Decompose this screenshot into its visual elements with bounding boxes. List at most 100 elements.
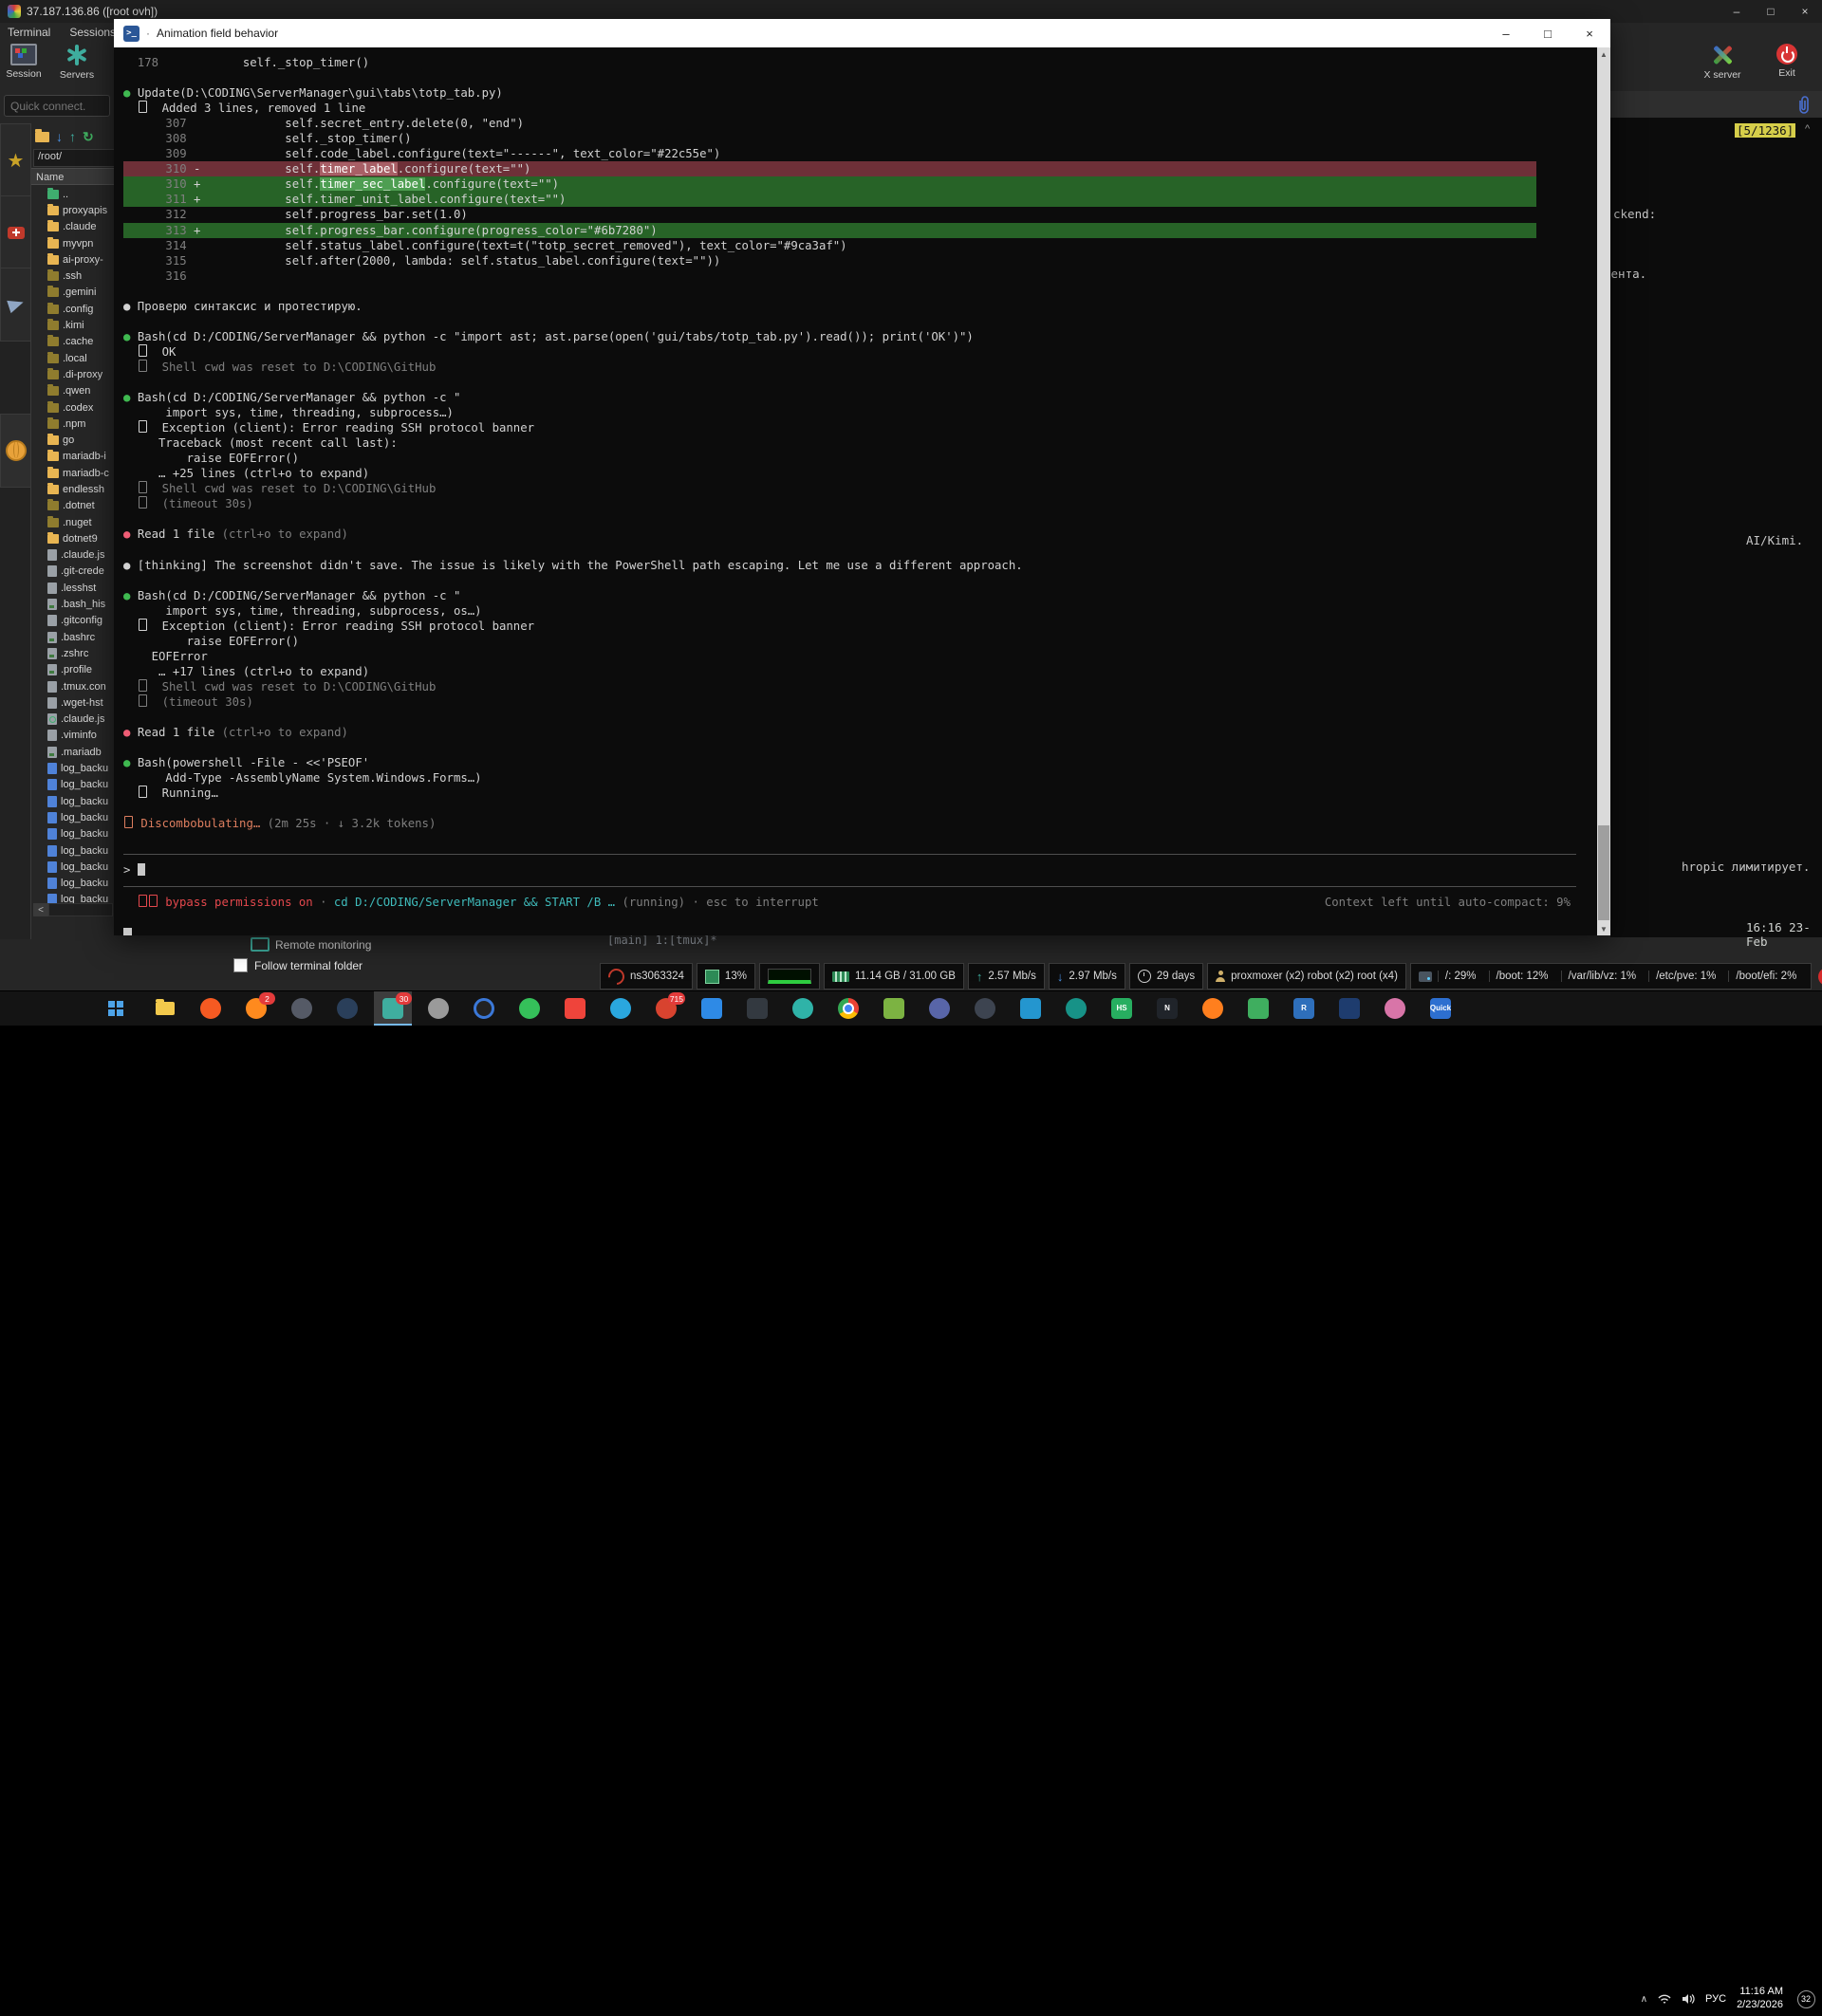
quick-assist-taskbar-button[interactable]: Quick: [1422, 991, 1459, 1026]
minimize-button[interactable]: –: [1485, 19, 1527, 47]
file-row[interactable]: .zshrc: [31, 645, 115, 661]
file-row[interactable]: .qwen: [31, 383, 115, 399]
download-icon[interactable]: ↓: [56, 130, 63, 143]
file-row[interactable]: .codex: [31, 399, 115, 416]
telegram-taskbar-button[interactable]: [602, 991, 640, 1026]
file-row[interactable]: log_backu: [31, 859, 115, 875]
file-row[interactable]: .bash_his: [31, 596, 115, 612]
file-row[interactable]: .ssh: [31, 268, 115, 284]
tab-sftp[interactable]: [0, 268, 31, 342]
follow-terminal-folder-option[interactable]: Follow terminal folder: [233, 958, 363, 972]
close-button[interactable]: ×: [1788, 0, 1822, 23]
servers-button[interactable]: Servers: [55, 44, 99, 81]
file-row[interactable]: log_backu: [31, 760, 115, 776]
x-server-button[interactable]: X server: [1701, 44, 1744, 81]
horizontal-scrollbar[interactable]: [48, 903, 113, 916]
terminal-output[interactable]: 178 self._stop_timer()● Update(D:\CODING…: [114, 47, 1597, 935]
rstudio-taskbar-button[interactable]: R: [1285, 991, 1323, 1026]
whatsapp-taskbar-button[interactable]: [511, 991, 548, 1026]
background-terminal[interactable]: [5/1236] ^ ckend: иента. AI/Kimi. hropic…: [1610, 118, 1822, 937]
folder-up-icon[interactable]: [35, 132, 49, 142]
tray-expand-icon[interactable]: ∧: [1641, 1994, 1647, 2005]
file-row[interactable]: .profile: [31, 662, 115, 678]
tab-remote[interactable]: [0, 414, 31, 488]
browser-dark-taskbar-button[interactable]: [283, 991, 321, 1026]
file-row[interactable]: .gitconfig: [31, 613, 115, 629]
close-statsbar-button[interactable]: ×: [1818, 968, 1822, 986]
file-row[interactable]: .git-crede: [31, 564, 115, 580]
file-row[interactable]: .wget-hst: [31, 694, 115, 711]
hs-app-taskbar-button[interactable]: HS: [1103, 991, 1141, 1026]
file-row[interactable]: .viminfo: [31, 728, 115, 744]
network-icon[interactable]: [1658, 1993, 1671, 2005]
file-row[interactable]: .cache: [31, 334, 115, 350]
tab-favorites[interactable]: ★: [0, 123, 31, 197]
file-row[interactable]: .tmux.con: [31, 678, 115, 694]
scroll-left-button[interactable]: <: [33, 903, 48, 916]
file-row[interactable]: .gemini: [31, 285, 115, 301]
gitkraken-taskbar-button[interactable]: [1057, 991, 1095, 1026]
file-row[interactable]: .npm: [31, 416, 115, 432]
file-row[interactable]: endlessh: [31, 481, 115, 497]
window-titlebar[interactable]: >_ · Animation field behavior – □ ×: [114, 19, 1610, 47]
file-row[interactable]: ..: [31, 186, 115, 202]
scroll-up-icon[interactable]: ▲: [1597, 47, 1610, 61]
volume-icon[interactable]: [1682, 1993, 1695, 2005]
file-row[interactable]: mariadb-i: [31, 449, 115, 465]
file-row[interactable]: ai-proxy-: [31, 251, 115, 268]
file-row[interactable]: .di-proxy: [31, 366, 115, 382]
docker-taskbar-button[interactable]: [1012, 991, 1050, 1026]
close-button[interactable]: ×: [1569, 19, 1610, 47]
file-row[interactable]: log_backu: [31, 793, 115, 809]
notion-taskbar-button[interactable]: N: [1148, 991, 1186, 1026]
file-row[interactable]: proxyapis: [31, 202, 115, 218]
vscode-taskbar-button[interactable]: [693, 991, 731, 1026]
file-row[interactable]: myvpn: [31, 235, 115, 251]
file-row[interactable]: .claude: [31, 219, 115, 235]
session-button[interactable]: Session: [2, 44, 46, 81]
file-row[interactable]: .kimi: [31, 317, 115, 333]
scroll-up-icon[interactable]: ^: [1805, 123, 1810, 135]
menu-terminal[interactable]: Terminal: [8, 26, 50, 39]
brave-taskbar-button[interactable]: [192, 991, 230, 1026]
minimize-button[interactable]: –: [1720, 0, 1754, 23]
file-row[interactable]: go: [31, 432, 115, 448]
file-row[interactable]: log_backu: [31, 777, 115, 793]
terminal-taskbar-button[interactable]: [738, 991, 776, 1026]
file-row[interactable]: log_backu: [31, 842, 115, 859]
menu-sessions[interactable]: Sessions: [69, 26, 116, 39]
file-row[interactable]: .lesshst: [31, 580, 115, 596]
scroll-down-icon[interactable]: ▼: [1597, 922, 1610, 935]
file-row[interactable]: .config: [31, 301, 115, 317]
keyboard-language[interactable]: РУС: [1705, 1993, 1726, 2005]
steam-taskbar-button[interactable]: [328, 991, 366, 1026]
edge-taskbar-button[interactable]: [784, 991, 822, 1026]
upload-icon[interactable]: ↑: [69, 130, 76, 143]
anydesk-taskbar-button[interactable]: [556, 991, 594, 1026]
file-row[interactable]: .mariadb: [31, 744, 115, 760]
exit-button[interactable]: Exit: [1765, 44, 1809, 81]
file-row[interactable]: mariadb-c: [31, 465, 115, 481]
file-row[interactable]: .nuget: [31, 514, 115, 530]
refresh-icon[interactable]: ↻: [83, 130, 94, 143]
file-row[interactable]: .bashrc: [31, 629, 115, 645]
scrollbar-thumb[interactable]: [1598, 825, 1609, 920]
file-row[interactable]: log_backu: [31, 826, 115, 842]
path-field[interactable]: /root/: [33, 149, 119, 167]
maximize-button[interactable]: □: [1527, 19, 1569, 47]
neovim-taskbar-button[interactable]: [1239, 991, 1277, 1026]
file-row[interactable]: log_backu: [31, 809, 115, 825]
vertical-scrollbar[interactable]: ▲ ▼: [1597, 47, 1610, 935]
file-row[interactable]: .dotnet: [31, 498, 115, 514]
notepadpp-taskbar-button[interactable]: [875, 991, 913, 1026]
quick-connect-input[interactable]: [4, 95, 110, 117]
follow-checkbox[interactable]: [233, 958, 248, 972]
attach-icon[interactable]: [1795, 95, 1813, 116]
tab-tools[interactable]: [0, 195, 31, 269]
file-row[interactable]: .claude.js: [31, 712, 115, 728]
mobaxterm-taskbar-button[interactable]: 30: [374, 991, 412, 1026]
name-column-header[interactable]: Name: [31, 168, 115, 185]
file-row[interactable]: log_backu: [31, 875, 115, 891]
start-taskbar-button[interactable]: [101, 991, 139, 1026]
file-row[interactable]: .local: [31, 350, 115, 366]
